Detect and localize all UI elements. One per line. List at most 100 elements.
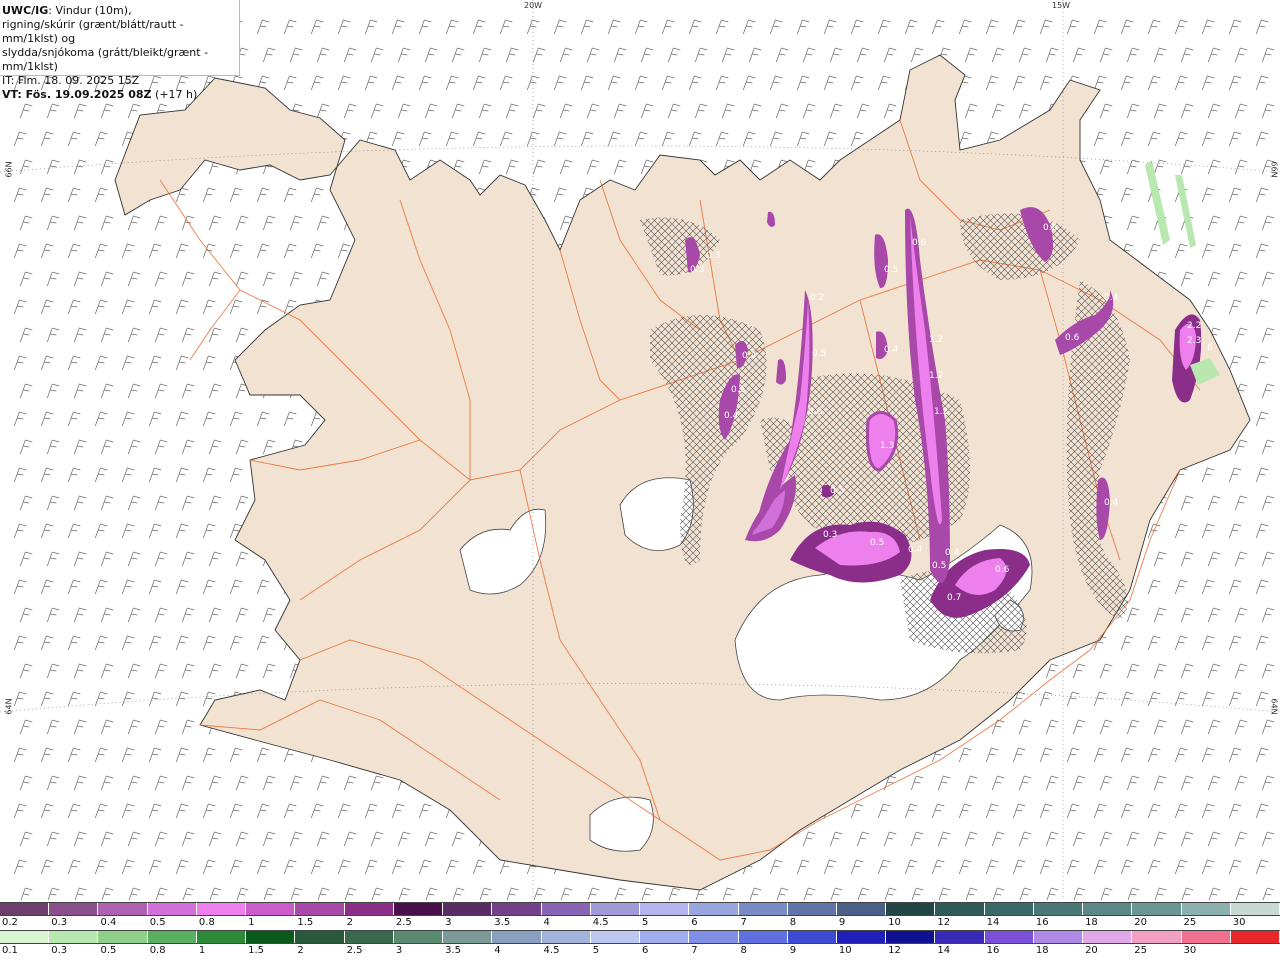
legend-swatch xyxy=(1033,903,1084,915)
legend-swatch xyxy=(1181,903,1231,915)
legend-swatch xyxy=(1033,931,1084,943)
legend-swatch xyxy=(787,931,837,943)
valid-time-line: VT: Fös. 19.09.2025 08Z (+17 h) xyxy=(2,88,239,102)
legend-swatch xyxy=(49,931,99,943)
snow-color-bar xyxy=(0,902,1280,916)
legend-swatch xyxy=(886,903,936,915)
legend-swatch xyxy=(0,931,50,943)
legend-swatch xyxy=(0,903,50,915)
precip-value-label: 0.5 xyxy=(731,385,745,395)
precip-value-label: 0.6 xyxy=(912,238,927,248)
title-line-2: rigning/skúrir (grænt/blátt/rautt - mm/1… xyxy=(2,18,184,45)
legend-swatch xyxy=(984,931,1034,943)
rain-legend: 0.1 0.3 0.5 0.8 1 1.5 2 2.5 3 3.5 4 4.5 5 6 7 8 9 10 12 14 1… xyxy=(0,930,1280,960)
legend-swatch xyxy=(689,903,739,915)
lat-label-66n-left: 66N xyxy=(4,161,14,178)
precip-value-label: 0.4 xyxy=(1104,293,1119,303)
legend-swatch xyxy=(1230,903,1280,915)
precip-value-label: 1.2 xyxy=(929,371,943,381)
title-line-1: UWC/IG: Vindur (10m), xyxy=(2,4,239,18)
precip-value-label: 0.5 xyxy=(884,265,898,275)
legend-swatch xyxy=(689,931,739,943)
precip-value-label: 0.6 xyxy=(808,407,823,417)
legend-swatch xyxy=(393,931,444,943)
legend-tick-label: 20 xyxy=(1085,945,1098,956)
legend-swatch xyxy=(393,903,444,915)
lat-label-64n-right: 64N xyxy=(1269,698,1279,715)
legend-swatch xyxy=(590,903,641,915)
weather-map: 0.60.30.30.40.50.40.21.21.21.21.30.60.40… xyxy=(0,0,1280,900)
legend-swatch xyxy=(98,931,148,943)
legend-tick-label: 0.1 xyxy=(2,945,18,956)
legend-swatch xyxy=(1083,903,1133,915)
precip-value-label: 0.3 xyxy=(823,530,837,540)
legend-swatch xyxy=(295,931,345,943)
legend-swatch xyxy=(640,931,690,943)
legend-tick-label: 0.8 xyxy=(149,945,166,956)
legend-swatch xyxy=(246,903,296,915)
precip-value-label: 0.5 xyxy=(812,349,826,359)
precip-value-label: 0.4 xyxy=(884,345,899,355)
precip-value-label: 0.4 xyxy=(908,545,923,555)
legend-swatch xyxy=(640,903,690,915)
legend-tick-label: 0.2 xyxy=(2,917,18,928)
legend-tick-label: 7 xyxy=(740,917,747,928)
precip-value-label: 0.3 xyxy=(690,265,704,275)
precip-value-label: 0.4 xyxy=(1104,498,1119,508)
legend-tick-label: 0.4 xyxy=(100,917,117,928)
legend-tick-label: 4 xyxy=(543,917,550,928)
precip-value-label: 2.2 xyxy=(1187,321,1201,331)
precip-value-label: 0.5 xyxy=(870,538,884,548)
legend-tick-label: 16 xyxy=(1035,917,1049,928)
legend-tick-label: 18 xyxy=(1085,917,1098,928)
legend-tick-label: 4.5 xyxy=(543,945,560,956)
lat-label-64n-left: 64N xyxy=(4,698,14,715)
legend-swatch xyxy=(1181,931,1231,943)
legend-tick-label: 1 xyxy=(198,945,206,956)
precip-value-label: 0.2 xyxy=(810,293,824,303)
legend-swatch xyxy=(738,931,788,943)
legend-swatch xyxy=(344,903,394,915)
legend-tick-label: 0.8 xyxy=(198,917,215,928)
legend-tick-label: 25 xyxy=(1183,917,1197,928)
legend-tick-label: 2 xyxy=(297,945,304,956)
precip-value-label: 2.3 xyxy=(1187,336,1201,346)
legend-swatch xyxy=(1132,903,1182,915)
legend-tick-label: 9 xyxy=(838,917,846,928)
precip-value-label: 1.2 xyxy=(929,335,943,345)
model-name: UWC/IG xyxy=(2,4,49,17)
legend-tick-label: 3.5 xyxy=(494,917,511,928)
legend-swatch xyxy=(443,903,493,915)
legend-tick-label: 5 xyxy=(592,945,600,956)
legend-tick-label: 0.5 xyxy=(149,917,166,928)
precip-value-label: 0.7 xyxy=(947,593,961,603)
legend-swatch xyxy=(295,903,345,915)
legend-tick-label: 25 xyxy=(1134,945,1148,956)
precip-value-label: 1.2 xyxy=(934,407,948,417)
legend-tick-label: 4 xyxy=(494,945,501,956)
precip-value-label: 0.3 xyxy=(706,251,720,261)
legend-swatch xyxy=(98,903,148,915)
legend-tick-label: 0.5 xyxy=(100,945,117,956)
legend-tick-label: 8 xyxy=(789,917,797,928)
legend-swatch xyxy=(886,931,936,943)
rain-legend-ticks: 0.1 0.3 0.5 0.8 1 1.5 2 2.5 3 3.5 4 4.5 5 6 7 8 9 10 12 14 1… xyxy=(0,944,1280,960)
legend-swatch xyxy=(1132,931,1182,943)
legend-swatch xyxy=(935,931,985,943)
legend-swatch xyxy=(836,931,887,943)
forecast-hour: (+17 h) xyxy=(151,88,198,101)
legend-tick-label: 10 xyxy=(888,917,901,928)
init-time: IT: Fim. 18. 09. 2025 15Z xyxy=(2,74,140,87)
legend-swatch xyxy=(147,931,197,943)
lat-label-66n-right: 66N xyxy=(1269,161,1279,178)
legend-swatch xyxy=(196,931,247,943)
precip-value-label: 6 xyxy=(1207,343,1213,353)
legend-swatch xyxy=(836,903,887,915)
legend-tick-label: 30 xyxy=(1183,945,1197,956)
title-variable: : Vindur (10m), xyxy=(48,4,132,17)
legend-tick-label: 3.5 xyxy=(445,945,461,956)
snow-legend: 0.2 0.3 0.4 0.5 0.8 1 1.5 2 2.5 3 3.5 4 4.5 5 6 7 8 9 10 12… xyxy=(0,902,1280,932)
legend-tick-label: 1 xyxy=(248,917,255,928)
legend-tick-label: 4.5 xyxy=(592,917,609,928)
legend-tick-label: 12 xyxy=(888,945,901,956)
